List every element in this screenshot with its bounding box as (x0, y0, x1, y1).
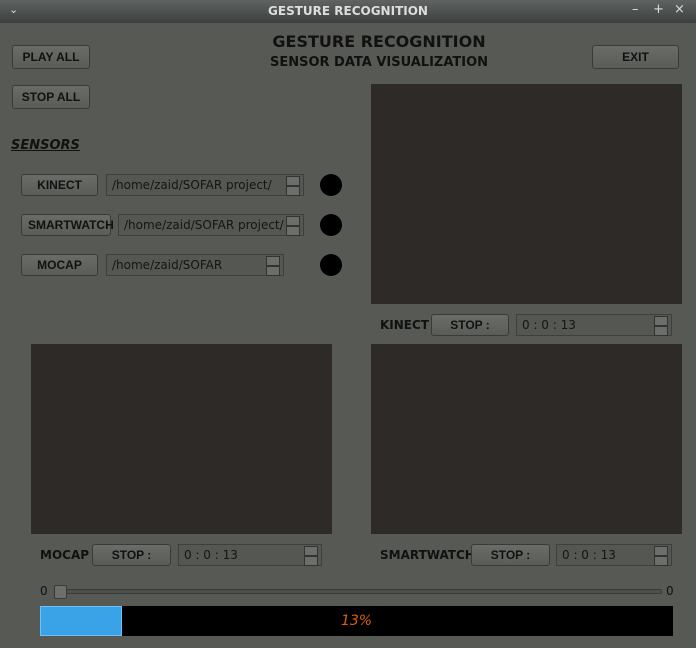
smartwatch-player-label: SMARTWATCH (380, 548, 475, 562)
smartwatch-time: 0 : 0 : 13 (562, 548, 616, 562)
mocap-player-label: MOCAP (40, 548, 90, 562)
maximize-icon[interactable]: + (653, 2, 664, 17)
mocap-view (31, 344, 332, 534)
spin-down-icon[interactable] (266, 266, 280, 276)
smartwatch-status-indicator (320, 214, 342, 236)
window-title: GESTURE RECOGNITION (268, 4, 428, 18)
exit-button[interactable]: EXIT (592, 45, 679, 69)
mocap-stop-button[interactable]: STOP : (92, 544, 171, 566)
spin-up-icon[interactable] (304, 546, 318, 556)
spin-down-icon[interactable] (654, 326, 668, 336)
smartwatch-time-field[interactable]: 0 : 0 : 13 (556, 544, 672, 566)
page-title: GESTURE RECOGNITION (272, 32, 486, 51)
close-icon[interactable]: × (674, 2, 685, 17)
mocap-sensor-button[interactable]: MOCAP (21, 254, 98, 276)
slider-handle[interactable] (54, 585, 67, 599)
spin-down-icon[interactable] (286, 226, 300, 236)
spin-up-icon[interactable] (266, 256, 280, 266)
mocap-time-field[interactable]: 0 : 0 : 13 (178, 544, 322, 566)
spin-up-icon[interactable] (286, 216, 300, 226)
page-subtitle: SENSOR DATA VISUALIZATION (269, 55, 489, 70)
spin-down-icon[interactable] (286, 186, 300, 196)
mocap-path-field[interactable]: /home/zaid/SOFAR (106, 254, 284, 276)
kinect-time: 0 : 0 : 13 (522, 318, 576, 332)
stop-all-button[interactable]: STOP ALL (12, 85, 90, 109)
kinect-stop-button[interactable]: STOP : (431, 314, 509, 336)
progress-text: 13% (340, 613, 373, 629)
window-menu-icon[interactable]: ⌄ (9, 3, 18, 16)
minimize-icon[interactable]: – (632, 2, 639, 17)
smartwatch-path-field[interactable]: /home/zaid/SOFAR project/ (118, 214, 304, 236)
slider-track[interactable] (56, 589, 662, 594)
sensors-heading: SENSORS (11, 138, 80, 153)
kinect-path: /home/zaid/SOFAR project/ (112, 178, 272, 192)
progress-bar: 13% (40, 606, 673, 636)
mocap-time: 0 : 0 : 13 (184, 548, 238, 562)
mocap-status-indicator (320, 254, 342, 276)
spin-down-icon[interactable] (304, 556, 318, 566)
spin-up-icon[interactable] (286, 176, 300, 186)
slider-min-label: 0 (40, 584, 48, 598)
kinect-status-indicator (320, 174, 342, 196)
smartwatch-view (371, 344, 682, 534)
slider-max-label: 0 (666, 584, 674, 598)
spin-down-icon[interactable] (654, 556, 668, 566)
spin-up-icon[interactable] (654, 316, 668, 326)
kinect-path-field[interactable]: /home/zaid/SOFAR project/ (106, 174, 304, 196)
mocap-path: /home/zaid/SOFAR (112, 258, 223, 272)
title-bar: GESTURE RECOGNITION (0, 0, 696, 23)
kinect-sensor-button[interactable]: KINECT (21, 174, 98, 196)
smartwatch-path: /home/zaid/SOFAR project/ (124, 218, 284, 232)
play-all-button[interactable]: PLAY ALL (12, 45, 90, 69)
smartwatch-sensor-button[interactable]: SMARTWATCH (21, 214, 114, 236)
kinect-view (371, 84, 682, 304)
kinect-player-label: KINECT (380, 318, 429, 332)
spin-up-icon[interactable] (654, 546, 668, 556)
smartwatch-stop-button[interactable]: STOP : (471, 544, 550, 566)
kinect-time-field[interactable]: 0 : 0 : 13 (516, 314, 672, 336)
